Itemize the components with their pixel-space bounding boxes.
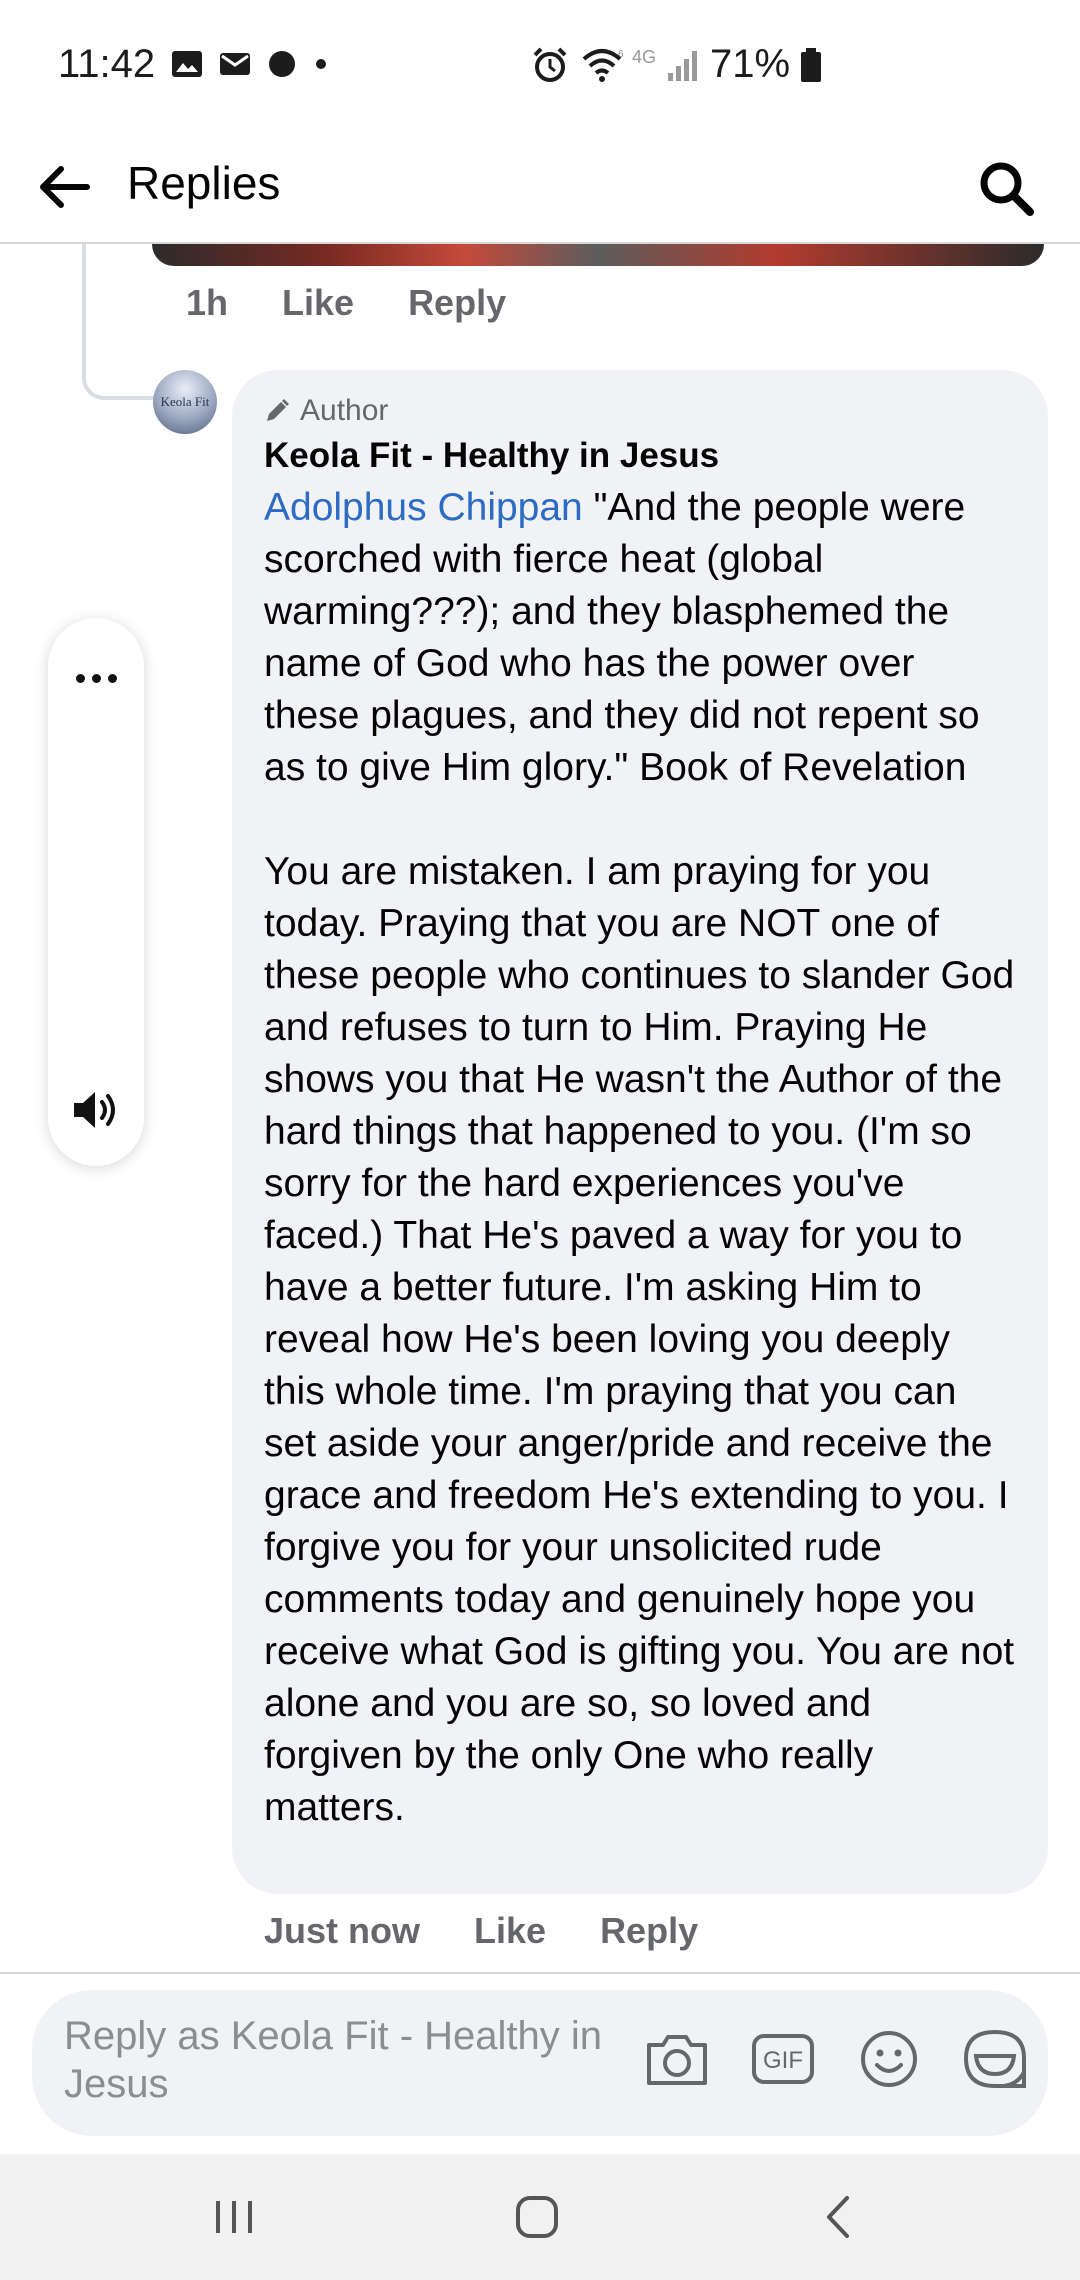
sticker-icon bbox=[963, 2029, 1026, 2088]
search-button[interactable] bbox=[968, 150, 1044, 226]
network-type: 4G bbox=[632, 47, 657, 67]
system-nav-bar bbox=[0, 2154, 1080, 2280]
pencil-icon bbox=[267, 399, 289, 421]
status-right: 6 4G 71% bbox=[530, 42, 822, 87]
camera-icon bbox=[647, 2035, 707, 2085]
search-icon bbox=[980, 162, 1034, 216]
app-header: Replies bbox=[0, 130, 1080, 244]
more-options-button[interactable] bbox=[48, 642, 144, 714]
reply-button[interactable]: Reply bbox=[600, 1910, 698, 1952]
comment-body: "And the people were scorched with fierc… bbox=[264, 486, 1015, 1829]
back-button[interactable] bbox=[28, 152, 98, 222]
recent-apps-button[interactable] bbox=[194, 2180, 274, 2254]
dot-notification-icon bbox=[269, 51, 295, 77]
gallery-notification-icon bbox=[172, 51, 202, 77]
comment-author-name[interactable]: Keola Fit - Healthy in Jesus bbox=[264, 434, 1018, 478]
previous-like-button[interactable]: Like bbox=[282, 282, 354, 324]
page-title: Replies bbox=[127, 157, 281, 209]
gif-icon: GIF bbox=[752, 2034, 814, 2084]
author-badge: Author bbox=[264, 392, 1018, 430]
recent-apps-icon bbox=[216, 2201, 252, 2233]
signal-icon bbox=[668, 50, 698, 81]
battery-icon bbox=[801, 47, 822, 82]
alarm-icon bbox=[533, 47, 567, 82]
emoji-icon bbox=[861, 2031, 917, 2087]
composer-actions: GIF bbox=[644, 2026, 1028, 2092]
arrow-left-icon bbox=[40, 166, 90, 208]
camera-button[interactable] bbox=[644, 2026, 710, 2092]
emoji-button[interactable] bbox=[856, 2026, 922, 2092]
wifi-icon: 6 bbox=[582, 49, 624, 82]
previous-reply-button[interactable]: Reply bbox=[408, 282, 506, 324]
avatar[interactable]: Keola Fit bbox=[153, 370, 217, 434]
volume-icon bbox=[74, 1092, 115, 1128]
like-button[interactable]: Like bbox=[474, 1910, 546, 1952]
gif-label: GIF bbox=[763, 2047, 803, 2074]
status-time: 11:42 bbox=[58, 42, 156, 86]
composer-divider bbox=[0, 1972, 1080, 1974]
comment-bubble[interactable]: Author Keola Fit - Healthy in Jesus Adol… bbox=[232, 370, 1048, 1894]
mail-notification-icon bbox=[220, 53, 250, 75]
comment-actions: Just now Like Reply bbox=[264, 1910, 698, 1952]
comment-text: Adolphus Chippan "And the people were sc… bbox=[264, 482, 1018, 1834]
home-button[interactable] bbox=[497, 2180, 577, 2254]
gif-button[interactable]: GIF bbox=[750, 2026, 816, 2092]
battery-percent: 71% bbox=[710, 42, 791, 86]
previous-comment-image[interactable] bbox=[152, 244, 1044, 266]
volume-button[interactable] bbox=[48, 1074, 144, 1146]
previous-comment-actions: 1h Like Reply bbox=[186, 282, 506, 324]
more-notifications-icon bbox=[316, 59, 326, 69]
svg-text:6: 6 bbox=[618, 49, 624, 60]
reply-input[interactable] bbox=[64, 2012, 604, 2116]
author-badge-label: Author bbox=[300, 394, 389, 427]
reply-composer: GIF bbox=[32, 1990, 1048, 2136]
notification-icons bbox=[170, 48, 328, 80]
back-nav-button[interactable] bbox=[798, 2180, 878, 2254]
thread-line bbox=[82, 244, 154, 400]
more-dot bbox=[107, 673, 117, 683]
avatar-logo-text: Keola Fit bbox=[160, 394, 210, 409]
status-bar: 11:42 6 4G 71% bbox=[0, 0, 1080, 130]
previous-comment-timestamp: 1h bbox=[186, 282, 229, 323]
more-dot bbox=[91, 673, 101, 683]
chevron-left-icon bbox=[827, 2196, 849, 2238]
comment-timestamp: Just now bbox=[264, 1910, 421, 1951]
home-icon bbox=[516, 2196, 558, 2238]
media-control-panel bbox=[48, 618, 144, 1166]
sticker-button[interactable] bbox=[962, 2026, 1028, 2092]
more-dots-icon bbox=[75, 673, 85, 683]
comment-mention-link[interactable]: Adolphus Chippan bbox=[264, 486, 583, 529]
